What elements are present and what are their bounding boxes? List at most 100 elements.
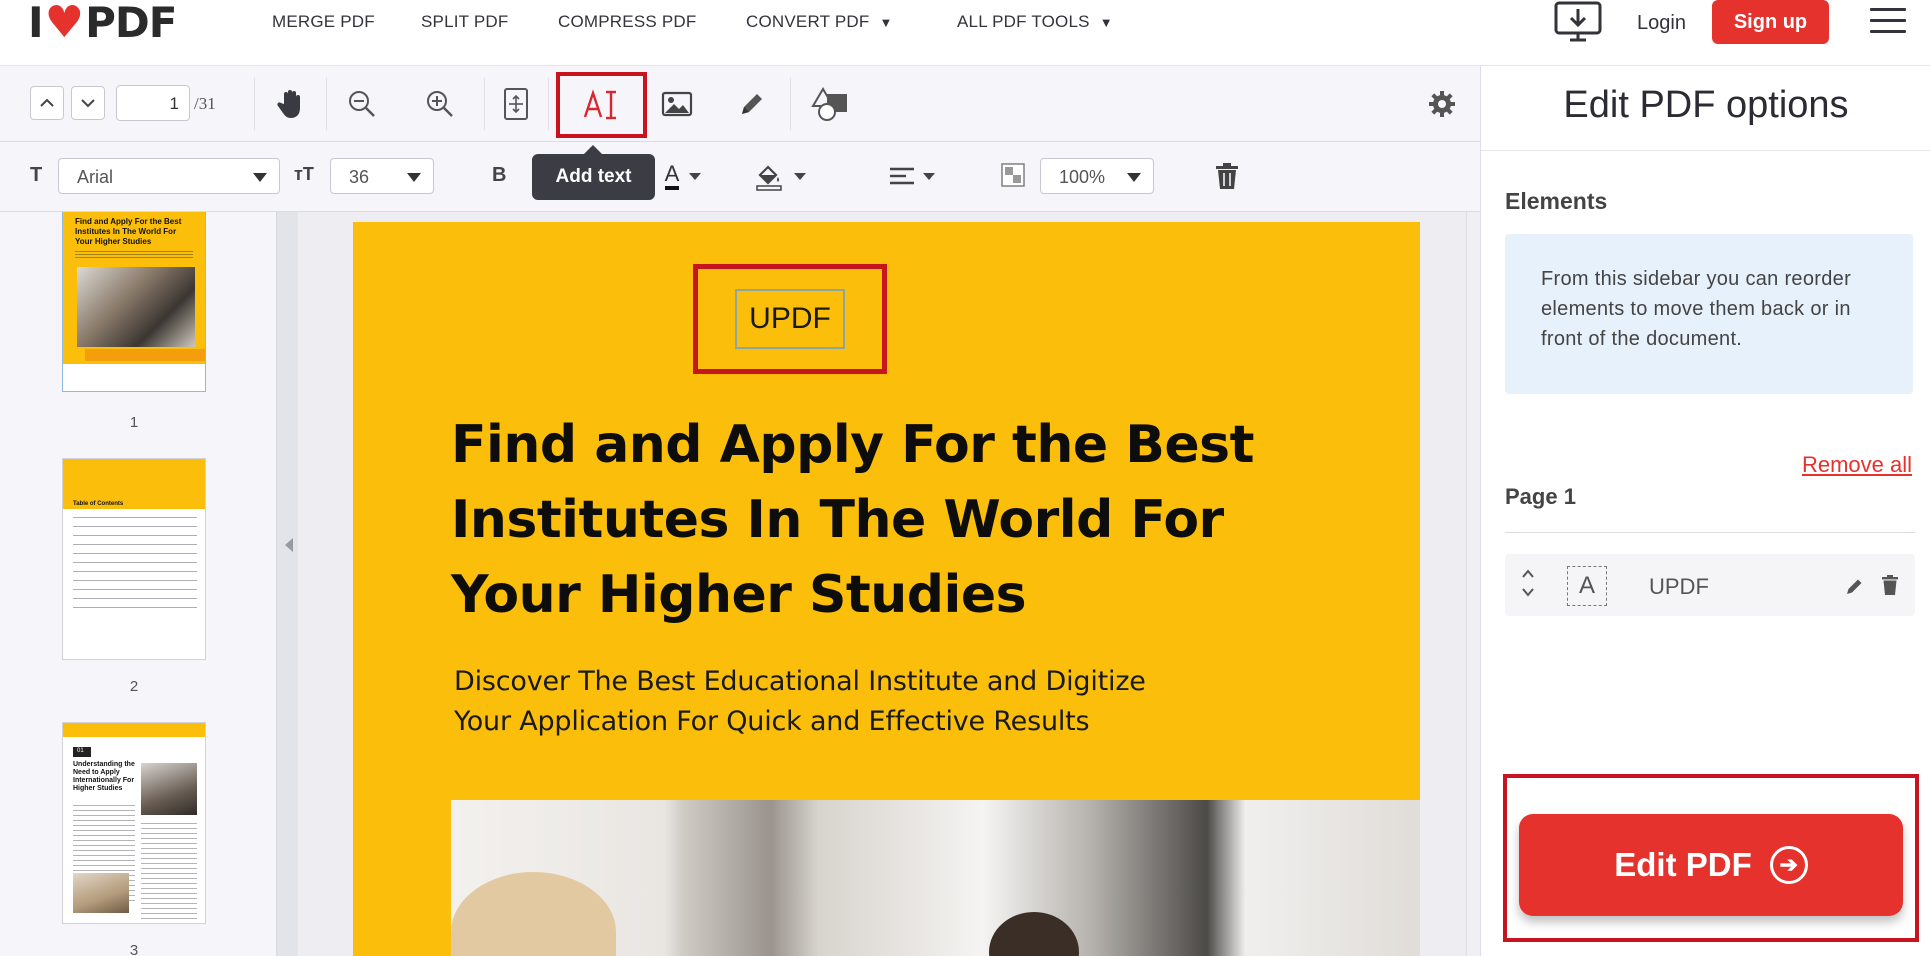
desktop-download-icon[interactable]	[1550, 0, 1606, 46]
toolbar-divider	[484, 78, 485, 130]
document-subtitle-line: Discover The Best Educational Institute …	[454, 666, 1146, 697]
remove-all-link[interactable]: Remove all	[1802, 452, 1912, 478]
elements-info-box: From this sidebar you can reorder elemen…	[1505, 234, 1913, 394]
nav-convert-pdf[interactable]: CONVERT PDF ▼	[746, 12, 893, 32]
font-family-select[interactable]: Arial	[58, 158, 280, 194]
drag-handle-icon[interactable]	[1521, 568, 1535, 603]
login-link[interactable]: Login	[1637, 12, 1686, 35]
zoom-out-icon[interactable]	[342, 84, 382, 124]
fit-page-icon[interactable]	[496, 84, 536, 124]
font-size-icon: ᴛT	[294, 164, 314, 184]
bold-button[interactable]: B	[492, 164, 506, 187]
shapes-icon[interactable]	[808, 82, 854, 126]
font-size-select[interactable]: 36	[330, 158, 434, 194]
hand-pan-icon[interactable]	[270, 84, 310, 124]
settings-gear-icon[interactable]	[1424, 86, 1460, 122]
arrow-right-circle-icon: ➔	[1769, 846, 1808, 884]
thumbnail-yellow-header	[63, 723, 205, 737]
chevron-down-icon	[81, 99, 95, 108]
font-family-value: Arial	[77, 167, 114, 187]
sidebar-title: Edit PDF options	[1563, 84, 1849, 126]
page-thumbnails-panel: Find and Apply For the Best Institutes I…	[0, 212, 276, 956]
nav-compress-pdf[interactable]: COMPRESS PDF	[558, 12, 696, 32]
nav-all-pdf-tools[interactable]: ALL PDF TOOLS ▼	[957, 12, 1113, 32]
chevron-down-icon: ▼	[1099, 15, 1113, 30]
edit-pdf-button[interactable]: Edit PDF ➔	[1519, 814, 1903, 916]
dropdown-arrow-icon	[407, 173, 421, 182]
nav-merge-pdf[interactable]: MERGE PDF	[272, 12, 375, 32]
opacity-checker-icon	[998, 160, 1028, 190]
nav-all-pdf-tools-label: ALL PDF TOOLS	[957, 12, 1090, 31]
thumbnail-number: 1	[129, 414, 139, 431]
text-format-toolbar: T Arial ᴛT 36 B A 100%	[0, 142, 1480, 212]
zoom-in-icon[interactable]	[420, 84, 460, 124]
toolbar-divider	[254, 78, 255, 130]
pencil-draw-icon[interactable]	[730, 84, 774, 124]
logo-heart-icon: ♥	[44, 0, 84, 48]
thumbnail-section-heading: Understanding the Need to Apply Internat…	[73, 761, 135, 792]
text-color-picker[interactable]: A	[658, 156, 708, 196]
text-align-picker[interactable]	[884, 156, 940, 196]
collapse-thumbnails-handle[interactable]	[276, 212, 298, 956]
thumbnail-photo	[73, 873, 129, 913]
add-image-icon[interactable]	[655, 84, 699, 124]
thumbnail-photo	[77, 267, 195, 347]
thumbnail-page-2[interactable]: Table of Contents	[62, 458, 206, 660]
document-photo	[451, 800, 1420, 956]
add-text-tooltip: Add text	[532, 145, 655, 200]
canvas-scrollbar[interactable]	[1466, 212, 1480, 956]
document-title-line: Institutes In The World For	[451, 490, 1224, 550]
editor-toolbar: 1 /31	[0, 66, 1480, 142]
thumbnail-title: Find and Apply For the Best Institutes I…	[75, 217, 182, 246]
thumbnail-page-1[interactable]: Find and Apply For the Best Institutes I…	[62, 212, 206, 392]
thumbnail-toc-lines	[73, 517, 197, 609]
edit-options-sidebar: Edit PDF options Elements From this side…	[1480, 66, 1930, 956]
page-total: /31	[194, 94, 216, 113]
edit-pdf-button-label: Edit PDF	[1614, 846, 1752, 883]
ilovepdf-logo[interactable]: I ♥ PDF	[28, 0, 177, 48]
hamburger-menu-icon[interactable]	[1870, 8, 1906, 36]
toolbar-divider	[326, 78, 327, 130]
photo-person	[989, 912, 1079, 956]
chevron-left-icon	[285, 538, 293, 552]
thumbnail-number: 2	[129, 678, 139, 695]
added-text-highlight-box: UPDF	[693, 264, 887, 374]
toolbar-divider	[790, 78, 791, 130]
text-element-icon: A	[1567, 566, 1607, 606]
photo-person	[451, 872, 616, 956]
sidebar-divider	[1481, 150, 1930, 151]
chevron-down-icon	[923, 172, 935, 180]
delete-trash-icon[interactable]	[1881, 574, 1899, 601]
chevron-down-icon	[689, 172, 702, 180]
toolbar-divider	[548, 78, 549, 130]
thumbnail-text-lines	[141, 823, 197, 923]
document-subtitle: Discover The Best Educational Institute …	[454, 662, 1354, 742]
signup-button[interactable]: Sign up	[1712, 0, 1829, 44]
pdf-page[interactable]: UPDF Find and Apply For the Best Institu…	[353, 222, 1420, 956]
thumbnail-number: 3	[129, 942, 139, 956]
nav-split-pdf[interactable]: SPLIT PDF	[421, 12, 508, 32]
thumbnail-section-number-text: 01	[77, 748, 84, 754]
align-left-icon	[890, 167, 914, 185]
font-size-value: 36	[349, 167, 370, 187]
top-navigation: I ♥ PDF MERGE PDF SPLIT PDF COMPRESS PDF C…	[0, 0, 1930, 66]
dropdown-arrow-icon	[253, 173, 267, 182]
page-number-input[interactable]: 1	[116, 85, 190, 121]
opacity-select[interactable]: 100%	[1040, 158, 1154, 194]
edit-pencil-icon[interactable]	[1845, 576, 1865, 601]
prev-page-button[interactable]	[30, 86, 64, 120]
thumbnail-photo	[141, 763, 197, 815]
fill-color-picker[interactable]	[750, 156, 810, 196]
document-subtitle-line: Your Application For Quick and Effective…	[454, 706, 1090, 737]
elements-heading: Elements	[1505, 188, 1608, 214]
chevron-down-icon	[794, 172, 806, 180]
paint-bucket-icon	[756, 165, 782, 191]
document-title-line: Your Higher Studies	[451, 565, 1027, 625]
nav-convert-pdf-label: CONVERT PDF	[746, 12, 870, 31]
thumbnail-page-3[interactable]: 01 Understanding the Need to Apply Inter…	[62, 722, 206, 924]
thumbnail-section-number: 01	[73, 747, 91, 757]
element-row[interactable]: A UPDF	[1505, 554, 1915, 616]
next-page-button[interactable]	[71, 86, 105, 120]
added-text-element[interactable]: UPDF	[735, 289, 845, 349]
delete-trash-icon[interactable]	[1210, 158, 1244, 194]
